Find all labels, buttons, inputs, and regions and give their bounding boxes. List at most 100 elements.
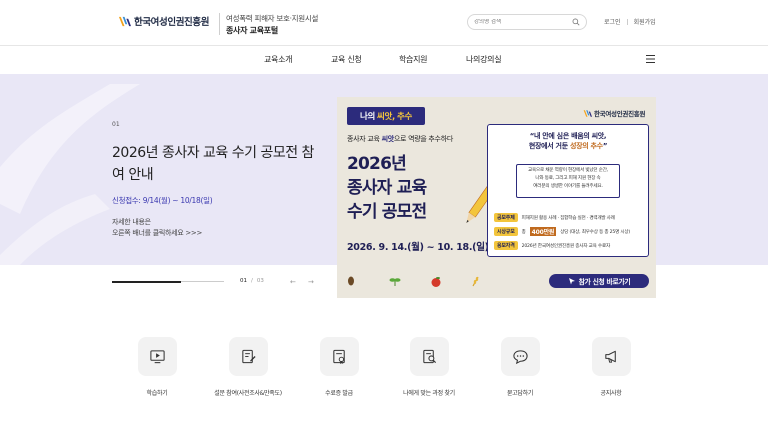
slide-progress-bar <box>112 280 224 283</box>
survey-edit-icon <box>241 349 256 364</box>
banner-subtitle-bold: 씨앗 <box>381 135 395 143</box>
wheat-icon <box>472 276 479 287</box>
row-text: 상당 (대상, 최우수상 등 총 25명 시상) <box>560 229 631 235</box>
quote-line2-highlight: 성장의 추수 <box>569 142 603 150</box>
utility-nav: 로그인 회원가입 <box>604 17 656 26</box>
banner-badge: 나의 씨앗, 추수 <box>347 107 425 125</box>
banner-title-line3: 수기 공모전 <box>347 202 427 222</box>
seed-icon <box>348 276 354 286</box>
banner-row-prize: 시상규모 총 400만원 상당 (대상, 최우수상 등 총 25명 시상) <box>494 227 630 236</box>
quick-menu-find-course[interactable]: 나에게 맞는 과정 찾기 <box>394 337 464 397</box>
utility-separator <box>626 18 628 25</box>
banner-row-eligibility: 응모자격 2026년 한국여성인권진흥원 종사자 교육 수료자 <box>494 241 610 250</box>
logo-mark-icon <box>118 16 131 26</box>
quote-line2-suffix: ” <box>602 142 608 150</box>
quick-menu-label: 묻고답하기 <box>506 390 534 397</box>
search-input[interactable] <box>474 19 572 25</box>
banner-subtitle-prefix: 종사자 교육 <box>347 135 380 143</box>
apple-icon <box>431 277 441 287</box>
next-slide-arrow-icon[interactable]: → <box>308 278 314 286</box>
signup-link[interactable]: 회원가입 <box>634 17 656 26</box>
quick-menu-survey-box[interactable] <box>228 337 268 376</box>
slide-progress-fill <box>112 280 182 283</box>
banner-info-box: “내 안에 심은 배움의 씨앗, 현장에서 거둔 성장의 추수” 교육으로 채운… <box>487 124 649 257</box>
banner-body-text: 교육으로 채운 역량이 현장에서 빛났던 순간, 나와 동료, 그리고 피해 지… <box>516 164 620 198</box>
slide-pager-separator: / <box>251 278 253 284</box>
apply-now-label: 참가 신청 바로가기 <box>578 278 631 286</box>
megaphone-icon <box>604 350 616 363</box>
quick-menu-notice[interactable]: 공지사항 <box>576 337 646 397</box>
chat-bubble-icon <box>512 350 528 365</box>
banner-title: 2026년 종사자 교육 수기 공모전 <box>347 152 427 224</box>
nav-item-education-intro[interactable]: 교육소개 <box>264 54 293 65</box>
banner-body-line1: 교육으로 채운 역량이 현장에서 빛났던 순간, <box>527 168 609 173</box>
row-text: 피해지원 활용 사례 · 집합학습 실천 · 경력개발 사례 <box>521 215 615 221</box>
quick-menu-certificate-box[interactable] <box>319 337 359 376</box>
row-text: 2026년 한국여성인권진흥원 종사자 교육 수료자 <box>521 243 611 249</box>
video-lesson-icon <box>149 350 165 364</box>
quick-menu-label: 나에게 맞는 과정 찾기 <box>403 390 455 397</box>
slide-pager: 01 / 03 <box>240 278 264 284</box>
badge-suffix: 추수 <box>396 112 413 122</box>
quick-menu-learn[interactable]: 학습하기 <box>122 337 192 397</box>
quick-menu-qna-box[interactable] <box>500 337 540 376</box>
quick-menu-label: 설문 참여(사전조사&만족도) <box>214 390 282 397</box>
row-tag: 시상규모 <box>494 227 518 236</box>
banner-row-topic: 공모주제 피해지원 활용 사례 · 집합학습 실천 · 경력개발 사례 <box>494 213 615 222</box>
search-document-icon <box>422 349 436 364</box>
main-nav: 교육소개 교육 신청 학습지원 나의강의실 <box>0 46 768 74</box>
hamburger-menu-icon[interactable] <box>646 55 655 63</box>
badge-word: 씨앗, <box>377 112 395 122</box>
banner-quote: “내 안에 심은 배움의 씨앗, 현장에서 거둔 성장의 추수” <box>488 131 648 151</box>
quick-menu-label: 공지사항 <box>600 390 622 397</box>
slide-total: 03 <box>256 278 264 284</box>
quick-menu-qna[interactable]: 묻고답하기 <box>485 337 555 397</box>
search-icon[interactable] <box>572 18 580 26</box>
sprout-icon <box>389 278 401 286</box>
portal-title-line2: 종사자 교육포털 <box>226 26 278 35</box>
quick-menu-find-course-box[interactable] <box>409 337 449 376</box>
search-box[interactable] <box>467 14 587 30</box>
contest-banner[interactable]: 나의 씨앗, 추수 한국여성인권진흥원 종사자 교육 씨앗으로 역량을 추수하다… <box>337 97 656 265</box>
quick-menu-learn-box[interactable] <box>137 337 177 376</box>
quick-menu-certificate[interactable]: 수료증 발급 <box>304 337 374 397</box>
slide-description: 자세한 내용은 오른쪽 배너를 클릭하세요 >>> <box>112 217 202 239</box>
slide-period: 신청접수: 9/14(월) ~ 10/18(일) <box>112 196 213 205</box>
banner-title-line1: 2026년 <box>347 154 407 174</box>
certificate-icon <box>332 349 345 365</box>
portal-title-line1: 여성폭력 피해자 보호·지원시설 <box>226 14 319 23</box>
banner-body-line2: 나와 동료, 그리고 피해 지원 현장 속 <box>535 176 601 181</box>
row-text-prefix: 총 <box>521 229 526 235</box>
banner-quote-line2: 현장에서 거둔 성장의 추수” <box>488 141 648 151</box>
logo[interactable]: 한국여성인권진흥원 <box>118 14 209 28</box>
banner-body-line3: 여러분의 생생한 이야기를 들려주세요. <box>533 184 603 189</box>
quick-menu-label: 수료증 발급 <box>325 390 353 397</box>
apply-now-button[interactable]: 참가 신청 바로가기 <box>549 274 649 288</box>
slide-number: 01 <box>112 121 120 128</box>
banner-logo-text: 한국여성인권진흥원 <box>594 110 646 118</box>
portal-title: 여성폭력 피해자 보호·지원시설 종사자 교육포털 <box>226 13 318 37</box>
prev-slide-arrow-icon[interactable]: ← <box>290 278 296 286</box>
logo-text: 한국여성인권진흥원 <box>134 17 210 28</box>
quick-menu-label: 학습하기 <box>146 390 168 397</box>
banner-title-line2: 종사자 교육 <box>347 178 427 198</box>
row-tag: 응모자격 <box>494 241 518 250</box>
header: 한국여성인권진흥원 여성폭력 피해자 보호·지원시설 종사자 교육포털 로그인 … <box>0 0 768 46</box>
quick-menu-survey[interactable]: 설문 참여(사전조사&만족도) <box>213 337 283 397</box>
login-link[interactable]: 로그인 <box>604 17 621 26</box>
banner-logo: 한국여성인권진흥원 <box>583 108 645 118</box>
banner-logo-mark-icon <box>583 109 592 117</box>
nav-item-my-classroom[interactable]: 나의강의실 <box>466 54 502 65</box>
pointer-hand-icon <box>568 278 575 285</box>
quick-menu-notice-box[interactable] <box>591 337 631 376</box>
slide-current: 01 <box>240 278 247 284</box>
nav-item-learning-support[interactable]: 학습지원 <box>399 54 428 65</box>
page: 한국여성인권진흥원 여성폭력 피해자 보호·지원시설 종사자 교육포털 로그인 … <box>0 0 768 432</box>
slide-description-line2: 오른쪽 배너를 클릭하세요 >>> <box>112 229 203 237</box>
banner-quote-line1: “내 안에 심은 배움의 씨앗, <box>529 132 607 140</box>
row-tag: 공모주제 <box>494 213 518 222</box>
slide-description-line1: 자세한 내용은 <box>112 218 151 226</box>
nav-item-education-apply[interactable]: 교육 신청 <box>331 54 362 65</box>
banner-subtitle-suffix: 으로 역량을 추수하다 <box>393 135 453 143</box>
slide-title: 2026년 종사자 교육 수기 공모전 참여 안내 <box>112 145 314 183</box>
